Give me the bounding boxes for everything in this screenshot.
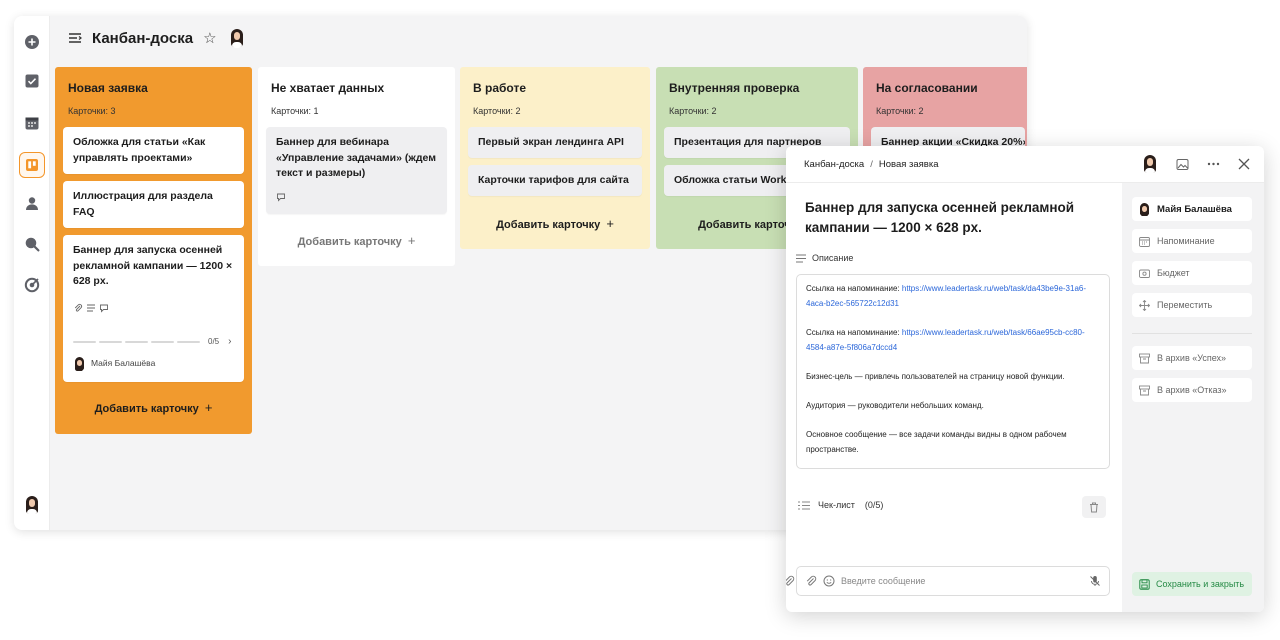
header-avatar[interactable] (229, 28, 245, 48)
message-composer (786, 566, 1110, 596)
card-title: Первый экран лендинга API (478, 136, 624, 148)
search-icon[interactable] (19, 231, 45, 257)
description-box[interactable]: Ссылка на напоминание: https://www.leade… (796, 274, 1110, 469)
user-icon[interactable] (19, 190, 45, 216)
description-label: Описание (796, 253, 853, 263)
star-icon[interactable]: ☆ (203, 29, 216, 47)
description-paragraph: Основное сообщение — все задачи команды … (806, 430, 1067, 454)
progress-label: 0/5 (208, 337, 220, 346)
archive-icon (1139, 385, 1150, 395)
description-icon (87, 304, 95, 312)
modal-header: Канбан-доска / Новая заявка (786, 146, 1264, 183)
column-new-request: Новая заявка Карточки: 3 Обложка для ста… (55, 67, 252, 434)
modal-sidebar: Майя Балашёва Напоминание Бюджет Перемес… (1122, 183, 1264, 612)
trash-icon[interactable] (1082, 496, 1106, 518)
save-icon (1139, 578, 1150, 590)
column-missing-data: Не хватает данных Карточки: 1 Баннер для… (258, 67, 455, 266)
column-count: Карточки: 2 (669, 106, 717, 116)
left-rail (14, 16, 50, 530)
description-icon (796, 254, 806, 262)
add-icon[interactable] (19, 29, 45, 55)
link-label: Ссылка на напоминание: (806, 284, 902, 293)
column-title: В работе (473, 81, 526, 95)
link-label: Ссылка на напоминание: (806, 328, 902, 337)
card-title: Иллюстрация для раздела FAQ (73, 190, 213, 218)
column-count: Карточки: 3 (68, 106, 116, 116)
comment-icon (277, 193, 285, 202)
save-and-close-button[interactable]: Сохранить и закрыть (1132, 572, 1252, 596)
archive-fail-button[interactable]: В архив «Отказ» (1132, 378, 1252, 402)
column-count: Карточки: 1 (271, 106, 319, 116)
move-button[interactable]: Переместить (1132, 293, 1252, 317)
attach-file-icon[interactable] (805, 575, 817, 587)
calendar-icon (1139, 236, 1150, 247)
archive-success-button[interactable]: В архив «Успех» (1132, 346, 1252, 370)
page-title: Канбан-доска (92, 29, 194, 47)
card-meta-icons (73, 303, 109, 313)
column-in-progress: В работе Карточки: 2 Первый экран лендин… (460, 67, 650, 249)
breadcrumb-board[interactable]: Канбан-доска (804, 159, 864, 170)
column-title: Новая заявка (68, 81, 148, 95)
card-title: Баннер для вебинара «Управление задачами… (276, 136, 436, 179)
image-icon[interactable] (1176, 158, 1189, 171)
message-input[interactable] (841, 576, 1083, 586)
comment-icon (100, 304, 108, 313)
kanban-board-icon[interactable] (19, 152, 45, 178)
reminder-button[interactable]: Напоминание (1132, 229, 1252, 253)
add-card-button[interactable]: Добавить карточку+ (460, 216, 650, 231)
card-title: Баннер для запуска осенней рекламной кам… (73, 244, 233, 287)
card-title: Карточки тарифов для сайта (478, 174, 629, 186)
attachment-icon (74, 303, 83, 312)
mic-off-icon[interactable] (1089, 575, 1101, 587)
column-title: На согласовании (876, 81, 978, 95)
task-card[interactable]: Баннер для вебинара «Управление задачами… (266, 127, 447, 214)
menu-icon[interactable] (68, 32, 82, 44)
checklist-header[interactable]: Чек-лист (0/5) (798, 500, 883, 510)
wallet-icon (1139, 269, 1150, 278)
column-count: Карточки: 2 (876, 106, 924, 116)
more-icon[interactable] (1207, 162, 1220, 166)
task-card[interactable]: Баннер для запуска осенней рекламной кам… (63, 235, 244, 382)
assignee-name: Майя Балашёва (91, 358, 156, 369)
move-icon (1139, 299, 1150, 311)
task-card[interactable]: Иллюстрация для раздела FAQ (63, 181, 244, 228)
profile-avatar[interactable] (19, 492, 45, 518)
task-card[interactable]: Обложка для статьи «Как управлять проект… (63, 127, 244, 174)
column-count: Карточки: 2 (473, 106, 521, 116)
breadcrumb-column[interactable]: Новая заявка (879, 159, 939, 170)
task-card[interactable]: Карточки тарифов для сайта (468, 165, 642, 196)
checklist-icon (798, 501, 810, 509)
checklist-label: Чек-лист (818, 500, 855, 510)
add-card-button[interactable]: Добавить карточку+ (55, 400, 252, 415)
description-paragraph: Бизнес-цель — привлечь пользователей на … (806, 372, 1065, 381)
card-assignee: Майя Балашёва (73, 356, 155, 372)
task-title[interactable]: Баннер для запуска осенней рекламной кам… (805, 198, 1117, 238)
chevron-right-icon: › (228, 336, 232, 347)
emoji-icon[interactable] (823, 575, 835, 587)
archive-icon (1139, 353, 1150, 363)
assignee-button[interactable]: Майя Балашёва (1132, 197, 1252, 221)
task-detail-modal: Канбан-доска / Новая заявка Баннер для з… (786, 146, 1264, 612)
column-title: Внутренняя проверка (669, 81, 800, 95)
column-title: Не хватает данных (271, 81, 385, 95)
budget-button[interactable]: Бюджет (1132, 261, 1252, 285)
close-icon[interactable] (1238, 158, 1250, 170)
attachment-icon[interactable] (786, 575, 795, 587)
task-card[interactable]: Первый экран лендинга API (468, 127, 642, 158)
target-icon[interactable] (19, 272, 45, 298)
checklist-count: (0/5) (864, 500, 884, 510)
tasks-icon[interactable] (19, 68, 45, 94)
board-header: Канбан-доска ☆ (50, 16, 1027, 60)
description-paragraph: Аудитория — руководители небольших коман… (806, 401, 984, 410)
sidebar-divider (1132, 333, 1252, 334)
modal-avatar[interactable] (1142, 154, 1158, 174)
add-card-button[interactable]: Добавить карточку+ (258, 233, 455, 248)
calendar-icon[interactable] (19, 110, 45, 136)
card-title: Обложка для статьи «Как управлять проект… (73, 136, 206, 164)
card-progress: 0/5 › (73, 334, 231, 350)
